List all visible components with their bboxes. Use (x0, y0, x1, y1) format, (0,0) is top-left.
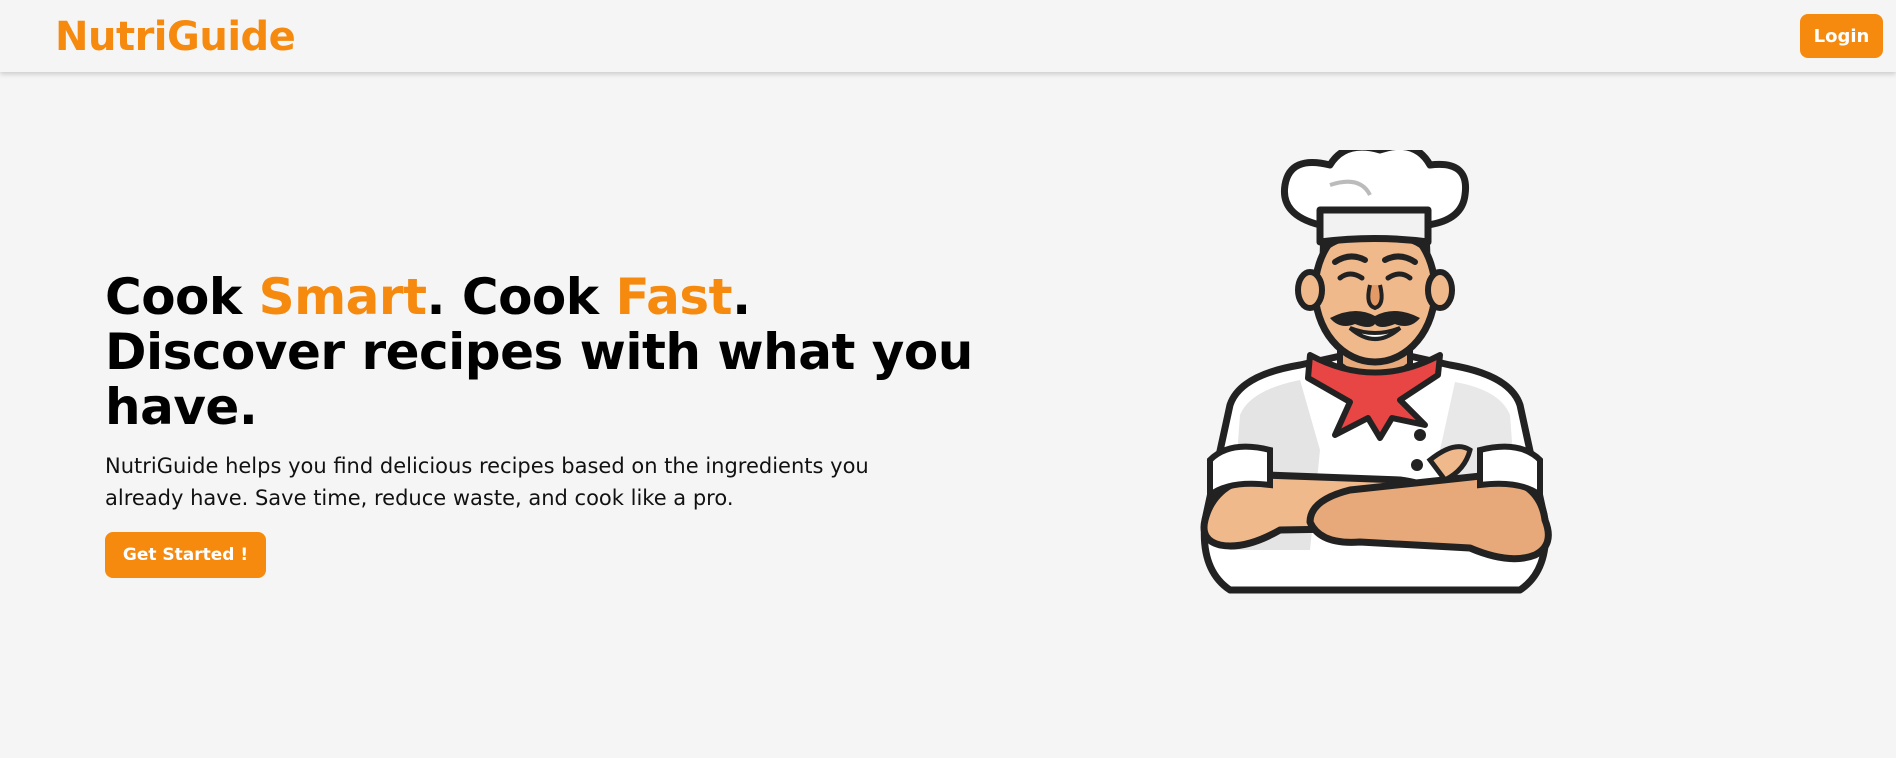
chef-illustration (1200, 150, 1552, 594)
brand-logo[interactable]: NutriGuide (55, 12, 296, 62)
headline-text-2: . Cook (426, 268, 616, 326)
navbar: NutriGuide Login (0, 0, 1896, 72)
hero-description: NutriGuide helps you find delicious reci… (105, 454, 869, 510)
login-button[interactable]: Login (1800, 14, 1883, 58)
headline-accent-fast: Fast (615, 268, 733, 326)
hero-section: Cook Smart. Cook Fast. Discover recipes … (105, 270, 985, 578)
hero-headline: Cook Smart. Cook Fast. Discover recipes … (105, 270, 985, 435)
get-started-button[interactable]: Get Started ! (105, 532, 266, 578)
headline-accent-smart: Smart (258, 268, 427, 326)
headline-text-1: Cook (105, 268, 259, 326)
